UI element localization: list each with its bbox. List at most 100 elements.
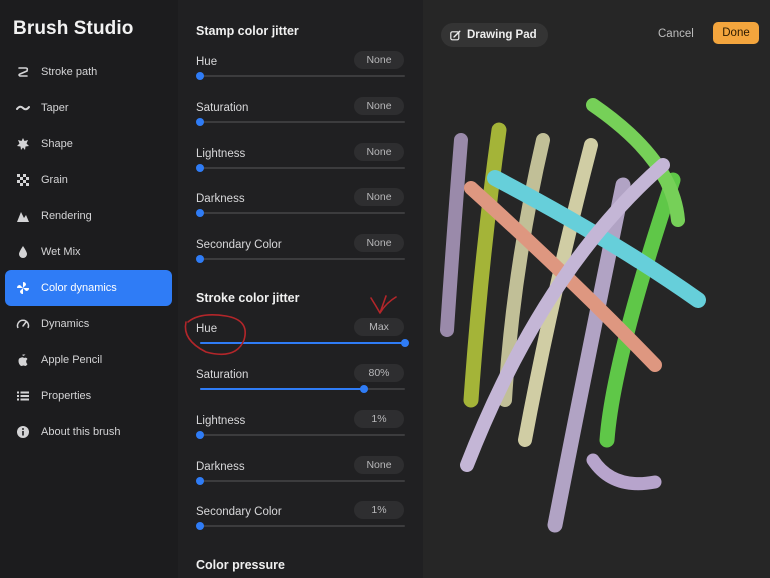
sidebar-item-shape[interactable]: Shape [5,126,172,162]
slider-thumb[interactable] [196,209,204,217]
setting-label: Saturation [196,369,249,381]
done-button[interactable]: Done [713,22,759,44]
stroke-darkness-slider[interactable] [196,477,405,485]
stroke-secondary-color-slider[interactable] [196,522,405,530]
color-dynamics-icon [16,281,30,295]
slider-thumb[interactable] [196,72,204,80]
sidebar-item-about-this-brush[interactable]: About this brush [5,414,172,450]
shape-icon [16,137,30,151]
sidebar-item-apple-pencil[interactable]: Apple Pencil [5,342,172,378]
stroke-saturation-value[interactable]: 80% [354,364,404,382]
sidebar-list: Stroke path Taper Shape Grain Rendering … [5,54,172,450]
stamp-lightness-row: Lightness None [196,143,406,187]
sidebar-item-label: Shape [41,138,73,150]
cancel-button[interactable]: Cancel [658,25,694,43]
sidebar-item-label: Color dynamics [41,282,117,294]
color-pressure-title: Color pressure [196,558,285,572]
stamp-saturation-slider[interactable] [196,118,405,126]
stamp-secondary-color-slider[interactable] [196,255,405,263]
stamp-hue-value[interactable]: None [354,51,404,69]
apple-pencil-icon [16,353,30,367]
stamp-darkness-row: Darkness None [196,188,406,232]
setting-label: Darkness [196,461,245,473]
setting-label: Lightness [196,415,246,427]
stroke-secondary-color-row: Secondary Color 1% [196,501,406,545]
stroke-path-icon [16,65,30,79]
slider-thumb[interactable] [196,431,204,439]
sidebar-item-dynamics[interactable]: Dynamics [5,306,172,342]
slider-thumb[interactable] [401,339,409,347]
taper-icon [16,101,30,115]
stroke-lightness-slider[interactable] [196,431,405,439]
sidebar-item-label: Apple Pencil [41,354,103,366]
sidebar-item-taper[interactable]: Taper [5,90,172,126]
sidebar-item-label: Stroke path [41,66,98,78]
edit-icon [450,30,461,40]
stamp-hue-slider[interactable] [196,72,405,80]
sidebar-item-color-dynamics[interactable]: Color dynamics [5,270,172,306]
sidebar-item-properties[interactable]: Properties [5,378,172,414]
slider-thumb[interactable] [360,385,368,393]
stamp-saturation-row: Saturation None [196,97,406,141]
setting-label: Darkness [196,193,245,205]
dynamics-icon [16,317,30,331]
stamp-color-jitter-title: Stamp color jitter [196,24,299,38]
setting-label: Saturation [196,102,249,114]
sidebar-item-label: Grain [41,174,68,186]
sidebar-item-label: Taper [41,102,69,114]
drawing-pad-label-text: Drawing Pad [467,29,537,41]
drawing-canvas[interactable] [423,0,770,578]
stroke-lightness-row: Lightness 1% [196,410,406,454]
drawing-pad-label[interactable]: Drawing Pad [441,23,548,47]
stamp-secondary-color-value[interactable]: None [354,234,404,252]
setting-label: Hue [196,56,218,68]
slider-fill [200,342,405,344]
color-dynamics-panel: Stamp color jitter Hue None Saturation N… [178,0,423,578]
slider-thumb[interactable] [196,164,204,172]
setting-label: Secondary Color [196,506,282,518]
stroke-lightness-value[interactable]: 1% [354,410,404,428]
stroke-saturation-slider[interactable] [200,385,405,393]
stamp-hue-row: Hue None [196,51,406,95]
stroke-darkness-value[interactable]: None [354,456,404,474]
app-title: Brush Studio [13,18,134,39]
stroke-hue-row: Hue Max [196,318,409,362]
stamp-secondary-color-row: Secondary Color None [196,234,406,278]
brush-stroke [586,453,662,491]
setting-label: Lightness [196,148,246,160]
stroke-hue-slider[interactable] [200,339,409,347]
slider-fill [200,388,364,390]
wet-mix-icon [16,245,30,259]
stamp-darkness-slider[interactable] [196,209,405,217]
annotation-arrow [370,295,397,314]
sidebar-item-grain[interactable]: Grain [5,162,172,198]
slider-thumb[interactable] [196,118,204,126]
brush-stroke [440,133,468,337]
stroke-hue-value[interactable]: Max [354,318,404,336]
stroke-color-jitter-title: Stroke color jitter [196,291,300,305]
sidebar-item-label: Properties [41,390,92,402]
slider-thumb[interactable] [196,255,204,263]
setting-label: Hue [196,323,218,335]
stamp-saturation-value[interactable]: None [354,97,404,115]
stroke-saturation-row: Saturation 80% [196,364,406,408]
sidebar-item-rendering[interactable]: Rendering [5,198,172,234]
stamp-lightness-value[interactable]: None [354,143,404,161]
info-icon [16,425,30,439]
slider-thumb[interactable] [196,522,204,530]
slider-thumb[interactable] [196,477,204,485]
grain-icon [16,173,30,187]
drawing-pad[interactable]: Drawing Pad Cancel Done [423,0,770,578]
properties-icon [16,389,30,403]
sidebar-item-stroke-path[interactable]: Stroke path [5,54,172,90]
sidebar-item-label: Wet Mix [41,246,81,258]
sidebar-item-label: Rendering [41,210,92,222]
stroke-darkness-row: Darkness None [196,456,406,500]
stamp-lightness-slider[interactable] [196,164,405,172]
sidebar: Brush Studio Stroke path Taper Shape Gra… [0,0,178,578]
stamp-darkness-value[interactable]: None [354,188,404,206]
sidebar-item-label: About this brush [41,426,121,438]
stroke-secondary-color-value[interactable]: 1% [354,501,404,519]
rendering-icon [16,209,30,223]
sidebar-item-wet-mix[interactable]: Wet Mix [5,234,172,270]
